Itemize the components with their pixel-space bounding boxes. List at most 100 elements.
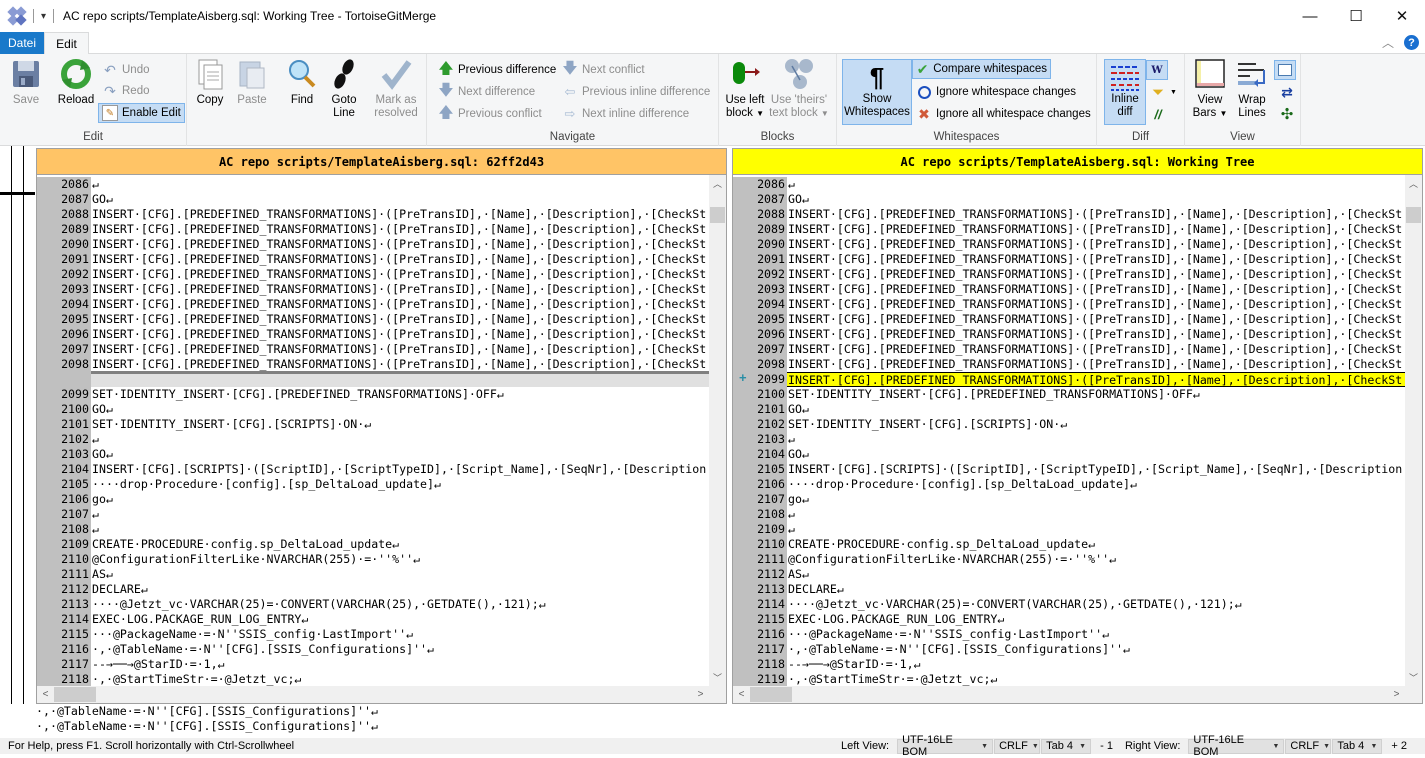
code-line[interactable]: 2087 GO↵ (37, 192, 709, 207)
code-line[interactable]: 2112 DECLARE↵ (37, 582, 709, 597)
scroll-up-icon[interactable]: ︿ (1405, 175, 1422, 192)
compare-whitespaces-button[interactable]: ✔ Compare whitespaces (912, 59, 1051, 79)
word-diff-button[interactable]: W (1146, 60, 1168, 80)
code-line[interactable]: 2086 ↵ (37, 177, 709, 192)
code-line[interactable]: 2094 INSERT·[CFG].[PREDEFINED_TRANSFORMAT… (733, 297, 1405, 312)
ignore-all-whitespace-changes-button[interactable]: ✖ Ignore all whitespace changes (913, 104, 1094, 124)
code-line[interactable]: 2095 INSERT·[CFG].[PREDEFINED_TRANSFORMAT… (733, 312, 1405, 327)
code-line[interactable]: 2091 INSERT·[CFG].[PREDEFINED_TRANSFORMAT… (733, 252, 1405, 267)
code-line[interactable]: 2098 INSERT·[CFG].[PREDEFINED_TRANSFORMAT… (733, 357, 1405, 372)
code-line[interactable]: 2110 CREATE·PROCEDURE·config.sp_DeltaLoad… (733, 537, 1405, 552)
next-difference-button[interactable]: 🡇 Next difference (435, 82, 538, 102)
code-line[interactable]: 2118 --→──→@StarID·=·1,↵ (733, 657, 1405, 672)
scroll-right-icon[interactable]: > (1388, 689, 1405, 700)
code-line[interactable]: 2102 ↵ (37, 432, 709, 447)
inline-diff-button[interactable]: Inline diff (1104, 59, 1146, 125)
locator-bar[interactable] (0, 146, 36, 704)
code-line[interactable]: 2105 INSERT·[CFG].[SCRIPTS]·([ScriptID],·… (733, 462, 1405, 477)
close-button[interactable]: ✕ (1379, 0, 1425, 32)
tab-edit[interactable]: Edit (44, 32, 89, 55)
show-whitespaces-button[interactable]: ¶ Show Whitespaces (842, 59, 912, 125)
code-line[interactable]: 2096 INSERT·[CFG].[PREDEFINED_TRANSFORMAT… (37, 327, 709, 342)
code-line[interactable]: 2112 AS↵ (733, 567, 1405, 582)
scroll-up-icon[interactable]: ︿ (709, 175, 726, 192)
code-line[interactable]: 2097 INSERT·[CFG].[PREDEFINED_TRANSFORMAT… (733, 342, 1405, 357)
scroll-left-icon[interactable]: < (37, 689, 54, 700)
code-line[interactable]: 2106 ····drop·Procedure·[config].[sp_Delt… (733, 477, 1405, 492)
two-pane-view-button[interactable] (1274, 60, 1296, 80)
left-tab-select[interactable]: Tab 4 ▼ (1041, 738, 1092, 754)
code-line[interactable]: 2091 INSERT·[CFG].[PREDEFINED_TRANSFORMAT… (37, 252, 709, 267)
collapse-ribbon-icon[interactable]: ︿ (1382, 34, 1394, 51)
code-line[interactable]: 2107 go↵ (733, 492, 1405, 507)
code-line[interactable]: 2102 SET·IDENTITY_INSERT·[CFG].[SCRIPTS]·… (733, 417, 1405, 432)
code-line[interactable]: 2104 INSERT·[CFG].[SCRIPTS]·([ScriptID],·… (37, 462, 709, 477)
code-line[interactable]: 2117 ·,·@TableName·=·N''[CFG].[SSIS_Confi… (733, 642, 1405, 657)
right-encoding-select[interactable]: UTF-16LE BOM ▼ (1188, 734, 1285, 758)
code-line[interactable]: 2106 go↵ (37, 492, 709, 507)
use-theirs-block-button[interactable]: Use 'theirs' text block ▼ (769, 58, 829, 120)
left-horizontal-scrollbar[interactable]: < > (37, 686, 709, 703)
code-line[interactable]: 2109 CREATE·PROCEDURE·config.sp_DeltaLoad… (37, 537, 709, 552)
missing-line-placeholder[interactable] (37, 372, 709, 387)
scroll-thumb[interactable] (54, 687, 96, 702)
code-line[interactable]: 2093 INSERT·[CFG].[PREDEFINED_TRANSFORMAT… (733, 282, 1405, 297)
code-line[interactable]: 2113 DECLARE↵ (733, 582, 1405, 597)
next-inline-difference-button[interactable]: ⇨ Next inline difference (559, 104, 692, 124)
wrap-lines-button[interactable]: Wrap Lines (1233, 58, 1271, 120)
filter-button[interactable]: ⏷ ▼ (1147, 82, 1180, 102)
code-line[interactable]: 2093 INSERT·[CFG].[PREDEFINED_TRANSFORMAT… (37, 282, 709, 297)
code-line[interactable]: 2108 ↵ (37, 522, 709, 537)
find-button[interactable]: Find (287, 58, 317, 107)
code-line[interactable]: 2109 ↵ (733, 522, 1405, 537)
tab-datei[interactable]: Datei (0, 32, 44, 54)
code-line[interactable]: 2087 GO↵ (733, 192, 1405, 207)
code-line[interactable]: 2119 ·,·@StartTimeStr·=·@Jetzt_vc;↵ (733, 672, 1405, 686)
left-eol-select[interactable]: CRLF ▼ (994, 738, 1041, 754)
code-line[interactable]: 2108 ↵ (733, 507, 1405, 522)
scroll-right-icon[interactable]: > (692, 689, 709, 700)
use-left-block-button[interactable]: Use left block ▼ (725, 58, 765, 120)
right-code-view[interactable]: 2086 ↵ 2087 GO↵ 2088 INSERT·[CFG].[PREDEFINED… (733, 177, 1405, 686)
redo-button[interactable]: ↷ Redo (99, 81, 153, 101)
code-line[interactable]: 2090 INSERT·[CFG].[PREDEFINED_TRANSFORMAT… (37, 237, 709, 252)
help-icon[interactable]: ? (1404, 35, 1419, 50)
scroll-down-icon[interactable]: ﹀ (1405, 669, 1422, 686)
collapse-button[interactable]: ✣ (1276, 104, 1302, 124)
code-line[interactable]: 2089 INSERT·[CFG].[PREDEFINED_TRANSFORMAT… (733, 222, 1405, 237)
scroll-down-icon[interactable]: ﹀ (709, 669, 726, 686)
view-bars-button[interactable]: View Bars ▼ (1191, 58, 1229, 120)
ignore-whitespace-changes-button[interactable]: Ignore whitespace changes (913, 82, 1079, 102)
code-line[interactable]: 2098 INSERT·[CFG].[PREDEFINED_TRANSFORMAT… (37, 357, 709, 372)
code-line[interactable]: 2114 EXEC·LOG.PACKAGE_RUN_LOG_ENTRY↵ (37, 612, 709, 627)
goto-line-button[interactable]: Goto Line (327, 58, 361, 120)
previous-difference-button[interactable]: 🡅 Previous difference (435, 60, 559, 80)
code-line[interactable]: 2105 ····drop·Procedure·[config].[sp_Delt… (37, 477, 709, 492)
code-line[interactable]: 2092 INSERT·[CFG].[PREDEFINED_TRANSFORMAT… (37, 267, 709, 282)
case-insensitive-button[interactable]: // (1147, 104, 1173, 124)
scroll-thumb[interactable] (710, 207, 725, 223)
code-line[interactable]: 2086 ↵ (733, 177, 1405, 192)
code-line[interactable]: 2110 @ConfigurationFilterLike·NVARCHAR(25… (37, 552, 709, 567)
reload-button[interactable]: Reload (56, 58, 96, 107)
right-vertical-scrollbar[interactable]: ︿ ﹀ (1405, 175, 1422, 686)
previous-conflict-button[interactable]: 🡅 Previous conflict (435, 104, 545, 124)
code-line[interactable]: 2114 ····@Jetzt_vc·VARCHAR(25)=·CONVERT(V… (733, 597, 1405, 612)
added-line[interactable]: 2099 INSERT·[CFG].[PREDEFINED_TRANSFORMAT… (733, 372, 1405, 387)
code-line[interactable]: 2100 SET·IDENTITY_INSERT·[CFG].[PREDEFINE… (733, 387, 1405, 402)
code-line[interactable]: 2116 ·,·@TableName·=·N''[CFG].[SSIS_Confi… (37, 642, 709, 657)
code-line[interactable]: 2101 GO↵ (733, 402, 1405, 417)
left-vertical-scrollbar[interactable]: ︿ ﹀ (709, 175, 726, 686)
right-eol-select[interactable]: CRLF ▼ (1285, 738, 1332, 754)
right-tab-select[interactable]: Tab 4 ▼ (1332, 738, 1383, 754)
scroll-left-icon[interactable]: < (733, 689, 750, 700)
minimize-button[interactable]: — (1287, 0, 1333, 32)
code-line[interactable]: 2097 INSERT·[CFG].[PREDEFINED_TRANSFORMAT… (37, 342, 709, 357)
code-line[interactable]: 2118 ·,·@StartTimeStr·=·@Jetzt_vc;↵ (37, 672, 709, 686)
paste-button[interactable]: Paste (235, 58, 269, 107)
copy-button[interactable]: Copy (195, 58, 225, 107)
code-line[interactable]: 2094 INSERT·[CFG].[PREDEFINED_TRANSFORMAT… (37, 297, 709, 312)
code-line[interactable]: 2103 ↵ (733, 432, 1405, 447)
enable-edit-button[interactable]: ✎ Enable Edit (98, 103, 185, 123)
scroll-thumb[interactable] (750, 687, 792, 702)
